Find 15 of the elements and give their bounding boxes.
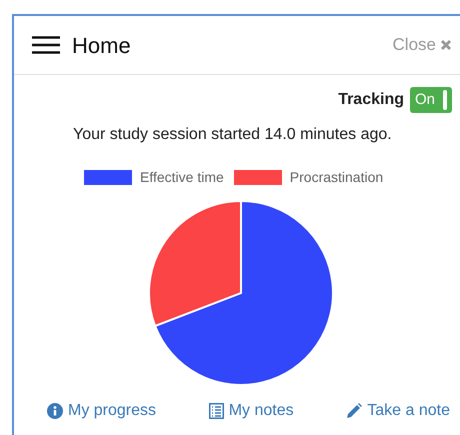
menu-icon[interactable]: [32, 36, 60, 54]
tracking-label: Tracking: [338, 90, 404, 110]
tracking-toggle[interactable]: On: [410, 87, 452, 113]
page-title: Home: [72, 32, 131, 60]
nav-link[interactable]: My progress: [47, 399, 156, 423]
nav-link[interactable]: My notes: [208, 399, 294, 423]
close-icon: [440, 39, 452, 51]
session-message: Your study session started 14.0 minutes ago.: [73, 125, 393, 145]
legend-label: Procrastination: [290, 168, 384, 187]
legend-label: Effective time: [140, 168, 224, 187]
nav-link[interactable]: Take a note: [346, 399, 450, 423]
pencil-icon: [346, 403, 362, 419]
close-button[interactable]: Close: [392, 32, 452, 58]
list-icon: [208, 403, 224, 419]
info-icon: [47, 403, 63, 419]
